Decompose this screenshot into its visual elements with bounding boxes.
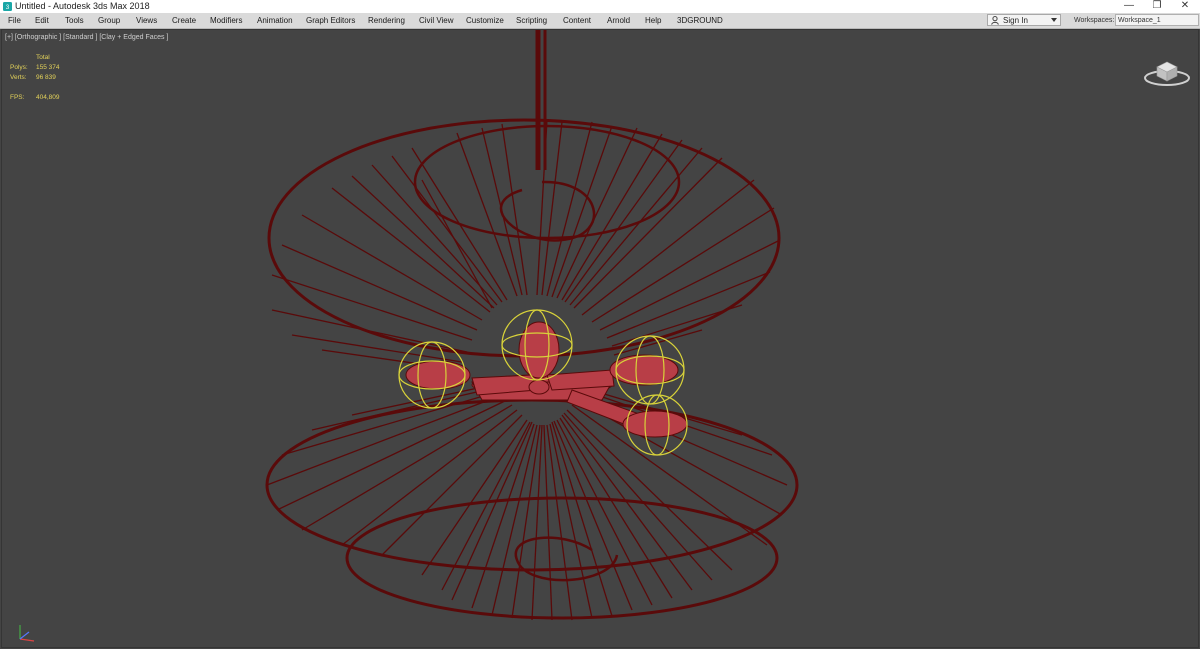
menu-edit[interactable]: Edit	[35, 15, 49, 26]
hanging-rod	[535, 30, 547, 170]
menu-civil-view[interactable]: Civil View	[419, 15, 454, 26]
menu-file[interactable]: File	[8, 15, 21, 26]
sign-in-label: Sign In	[1003, 16, 1028, 25]
menu-tools[interactable]: Tools	[65, 15, 84, 26]
viewport-perspective[interactable]: [+] [Orthographic ] [Standard ] [Clay + …	[1, 29, 1199, 648]
workspaces-label: Workspaces:	[1074, 17, 1115, 24]
3ds-max-app-icon: 3	[3, 2, 12, 11]
menu-scripting[interactable]: Scripting	[516, 15, 547, 26]
menu-modifiers[interactable]: Modifiers	[210, 15, 242, 26]
menu-animation[interactable]: Animation	[257, 15, 293, 26]
bottom-shade	[265, 384, 799, 621]
stats-fps-label: FPS:	[10, 94, 25, 101]
stats-polys-label: Polys:	[10, 64, 28, 71]
menu-customize[interactable]: Customize	[466, 15, 504, 26]
title-bar: 3 Untitled - Autodesk 3ds Max 2018 — ❐ ✕	[0, 0, 1200, 14]
minimize-button[interactable]: —	[1115, 0, 1143, 13]
menu-help[interactable]: Help	[645, 15, 661, 26]
chandelier-wireframe-model	[265, 30, 799, 621]
menu-views[interactable]: Views	[136, 15, 157, 26]
menu-rendering[interactable]: Rendering	[368, 15, 405, 26]
viewport-label[interactable]: [+] [Orthographic ] [Standard ] [Clay + …	[5, 33, 168, 42]
scene-render	[265, 30, 799, 621]
menu-group[interactable]: Group	[98, 15, 120, 26]
workspace-value: Workspace_1	[1118, 17, 1161, 24]
menu-graph-editors[interactable]: Graph Editors	[306, 15, 355, 26]
sign-in-dropdown[interactable]: Sign In	[987, 14, 1061, 26]
window-title: Untitled - Autodesk 3ds Max 2018	[15, 1, 150, 11]
menu-create[interactable]: Create	[172, 15, 196, 26]
stats-fps-value: 404,809	[36, 94, 60, 101]
menu-bar: File Edit Tools Group Views Create Modif…	[0, 13, 1200, 29]
menu-3dground[interactable]: 3DGROUND	[677, 15, 723, 26]
restore-button[interactable]: ❐	[1143, 0, 1171, 13]
stats-verts-label: Verts:	[10, 74, 27, 81]
viewcube-icon[interactable]	[1143, 57, 1191, 87]
menu-content[interactable]: Content	[563, 15, 591, 26]
svg-text:3: 3	[6, 4, 10, 11]
menu-arnold[interactable]: Arnold	[607, 15, 630, 26]
stats-total-heading: Total	[36, 54, 50, 61]
axis-tripod-icon	[19, 625, 35, 642]
workspace-select[interactable]: Workspace_1	[1115, 14, 1199, 26]
stats-polys-value: 155 374	[36, 64, 60, 71]
chevron-down-icon	[1051, 18, 1057, 22]
stats-verts-value: 96 839	[36, 74, 56, 81]
close-button[interactable]: ✕	[1171, 0, 1199, 13]
user-icon	[991, 16, 999, 25]
